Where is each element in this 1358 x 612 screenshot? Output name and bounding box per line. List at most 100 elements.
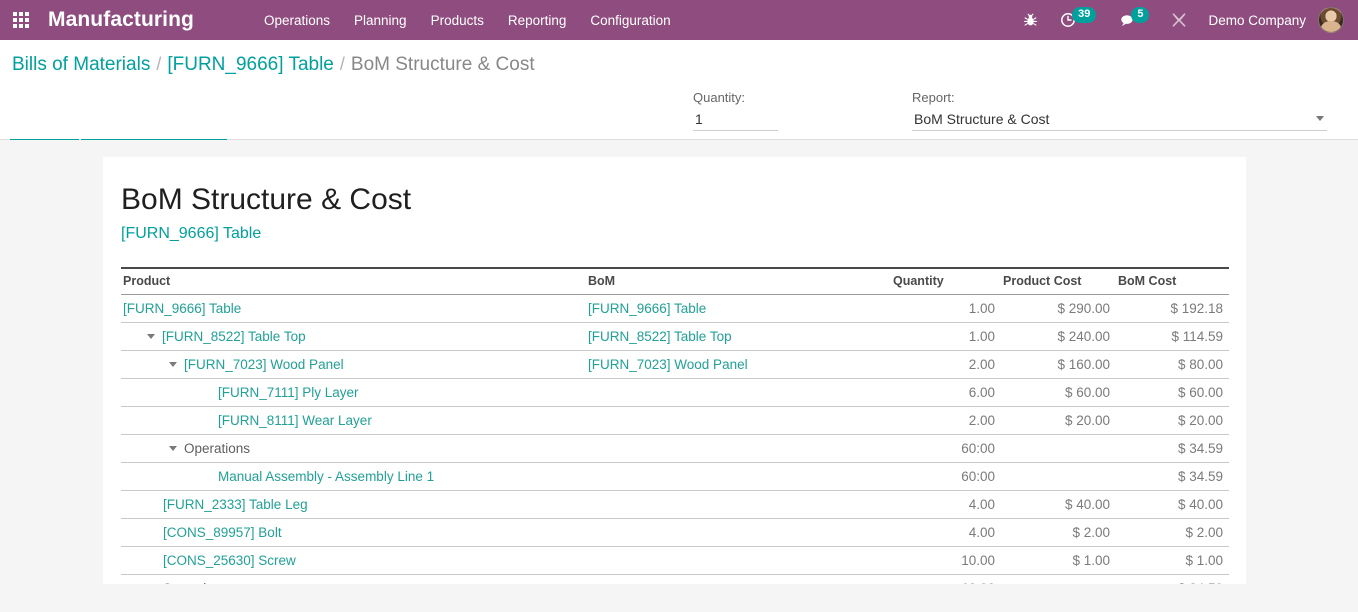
debug-bug-button[interactable] bbox=[1012, 0, 1049, 40]
report-card: BoM Structure & Cost [FURN_9666] Table P… bbox=[103, 157, 1246, 584]
product-link[interactable]: [FURN_8522] Table Top bbox=[162, 329, 306, 344]
table-row: [FURN_2333] Table Leg 4.00 $ 40.00 $ 40.00 bbox=[121, 490, 1229, 519]
control-panel: Bills of Materials / [FURN_9666] Table /… bbox=[0, 40, 1358, 169]
report-select[interactable]: BoM Structure & Cost bbox=[912, 109, 1327, 131]
cell-quantity: 4.00 bbox=[891, 518, 1001, 547]
apps-grid-icon bbox=[13, 12, 29, 28]
product-link[interactable]: [FURN_7111] Ply Layer bbox=[218, 385, 359, 400]
cell-product: [FURN_8111] Wear Layer bbox=[121, 406, 586, 435]
quantity-input[interactable] bbox=[693, 109, 778, 131]
messages-count-badge: 5 bbox=[1131, 7, 1150, 23]
cell-product-cost: $ 60.00 bbox=[1001, 378, 1116, 407]
cell-bom-cost: $ 20.00 bbox=[1116, 406, 1229, 435]
cell-bom: [FURN_9666] Table bbox=[586, 294, 891, 323]
product-link[interactable]: Manual Assembly - Assembly Line 1 bbox=[218, 469, 434, 484]
table-row: Operations 60:00 $ 34.59 bbox=[121, 434, 1229, 463]
cell-bom-cost: $ 2.00 bbox=[1116, 518, 1229, 547]
product-link[interactable]: [FURN_2333] Table Leg bbox=[163, 497, 308, 512]
menu-item-products[interactable]: Products bbox=[419, 3, 496, 38]
cell-product: [FURN_8522] Table Top bbox=[121, 322, 586, 351]
caret-down-icon[interactable] bbox=[169, 446, 177, 451]
cell-bom bbox=[586, 434, 891, 463]
report-field-group: Report: BoM Structure & Cost bbox=[912, 90, 1327, 131]
cell-bom-cost: $ 80.00 bbox=[1116, 350, 1229, 379]
top-navbar: Manufacturing Operations Planning Produc… bbox=[0, 0, 1358, 40]
navbar-right-tools: 39 5 Demo Company bbox=[1012, 0, 1344, 40]
column-header-bom-cost: BoM Cost bbox=[1116, 267, 1229, 295]
cell-bom bbox=[586, 462, 891, 491]
caret-down-icon[interactable] bbox=[147, 334, 155, 339]
product-link[interactable]: [FURN_7023] Wood Panel bbox=[184, 357, 344, 372]
table-head: Product BoM Quantity Product Cost BoM Co… bbox=[121, 267, 1229, 295]
company-switcher[interactable]: Demo Company bbox=[1198, 13, 1316, 28]
menu-item-planning[interactable]: Planning bbox=[342, 3, 419, 38]
tools-button[interactable] bbox=[1160, 0, 1198, 40]
menu-item-configuration[interactable]: Configuration bbox=[578, 3, 682, 38]
product-link[interactable]: [CONS_25630] Screw bbox=[163, 553, 296, 568]
table-row: [FURN_7111] Ply Layer 6.00 $ 60.00 $ 60.00 bbox=[121, 378, 1229, 407]
product-link[interactable]: [CONS_89957] Bolt bbox=[163, 525, 282, 540]
table-row: [CONS_89957] Bolt 4.00 $ 2.00 $ 2.00 bbox=[121, 518, 1229, 547]
cell-bom-cost: $ 60.00 bbox=[1116, 378, 1229, 407]
cell-product-cost: $ 160.00 bbox=[1001, 350, 1116, 379]
breadcrumb-separator: / bbox=[339, 54, 345, 74]
cell-quantity: 1.00 bbox=[891, 294, 1001, 323]
cell-quantity: 4.00 bbox=[891, 490, 1001, 519]
cell-bom bbox=[586, 546, 891, 575]
table-header-row: Product BoM Quantity Product Cost BoM Co… bbox=[121, 267, 1229, 295]
menu-item-reporting[interactable]: Reporting bbox=[496, 3, 579, 38]
cell-product: [FURN_7023] Wood Panel bbox=[121, 350, 586, 379]
main-menu: Operations Planning Products Reporting C… bbox=[252, 3, 683, 38]
table-row: [CONS_25630] Screw 10.00 $ 1.00 $ 1.00 bbox=[121, 546, 1229, 575]
table-row: [FURN_7023] Wood Panel [FURN_7023] Wood P… bbox=[121, 350, 1229, 379]
cell-bom bbox=[586, 490, 891, 519]
cell-bom bbox=[586, 406, 891, 435]
quantity-field-group: Quantity: bbox=[693, 90, 778, 131]
menu-item-operations[interactable]: Operations bbox=[252, 3, 342, 38]
product-link[interactable]: [FURN_9666] Table bbox=[123, 301, 241, 316]
cell-product-cost bbox=[1001, 462, 1116, 491]
cell-product: Operations bbox=[121, 434, 586, 463]
page-title: BoM Structure & Cost bbox=[121, 183, 412, 216]
report-product-link[interactable]: [FURN_9666] Table bbox=[121, 225, 1206, 243]
cell-bom-cost: $ 114.59 bbox=[1116, 322, 1229, 351]
cell-bom-cost: $ 192.18 bbox=[1116, 294, 1229, 323]
bom-link[interactable]: [FURN_7023] Wood Panel bbox=[588, 357, 748, 372]
cell-product-cost: $ 20.00 bbox=[1001, 406, 1116, 435]
operations-group-label: Operations bbox=[184, 441, 251, 456]
messages-button[interactable]: 5 bbox=[1107, 0, 1160, 40]
cell-product: [FURN_2333] Table Leg bbox=[121, 490, 586, 519]
cell-product: [FURN_9666] Table bbox=[121, 294, 586, 323]
cell-product-cost: $ 290.00 bbox=[1001, 294, 1116, 323]
breadcrumb-item-bills-of-materials[interactable]: Bills of Materials bbox=[12, 54, 150, 76]
cell-product-cost bbox=[1001, 434, 1116, 463]
breadcrumb-item-table[interactable]: [FURN_9666] Table bbox=[167, 54, 334, 76]
table-row: [FURN_8522] Table Top [FURN_8522] Table T… bbox=[121, 322, 1229, 351]
cell-product-cost: $ 2.00 bbox=[1001, 518, 1116, 547]
cell-product-cost: $ 1.00 bbox=[1001, 546, 1116, 575]
activities-button[interactable]: 39 bbox=[1049, 0, 1107, 40]
apps-menu-toggle[interactable] bbox=[0, 0, 42, 40]
caret-down-icon[interactable] bbox=[169, 362, 177, 367]
column-header-product: Product bbox=[121, 267, 586, 295]
content-area: BoM Structure & Cost [FURN_9666] Table P… bbox=[0, 140, 1358, 584]
cell-bom bbox=[586, 574, 891, 584]
cell-product: [FURN_7111] Ply Layer bbox=[121, 378, 586, 407]
column-header-quantity: Quantity bbox=[891, 267, 1001, 295]
bom-link[interactable]: [FURN_8522] Table Top bbox=[588, 329, 732, 344]
table-row: Operations 60:00 $ 34.59 bbox=[121, 574, 1229, 584]
table-body: [FURN_9666] Table [FURN_9666] Table 1.00 $ … bbox=[121, 294, 1229, 584]
cell-quantity: 60:00 bbox=[891, 574, 1001, 584]
breadcrumb-item-current: BoM Structure & Cost bbox=[350, 54, 535, 75]
cell-bom-cost: $ 1.00 bbox=[1116, 546, 1229, 575]
bom-link[interactable]: [FURN_9666] Table bbox=[588, 301, 706, 316]
cell-quantity: 60:00 bbox=[891, 434, 1001, 463]
wrench-tools-icon bbox=[1173, 13, 1186, 27]
cell-quantity: 2.00 bbox=[891, 406, 1001, 435]
app-brand-title[interactable]: Manufacturing bbox=[42, 8, 202, 32]
user-avatar[interactable] bbox=[1318, 7, 1344, 33]
cell-quantity: 60:00 bbox=[891, 462, 1001, 491]
cell-product: [CONS_25630] Screw bbox=[121, 546, 586, 575]
product-link[interactable]: [FURN_8111] Wear Layer bbox=[218, 413, 372, 428]
cell-product: [CONS_89957] Bolt bbox=[121, 518, 586, 547]
